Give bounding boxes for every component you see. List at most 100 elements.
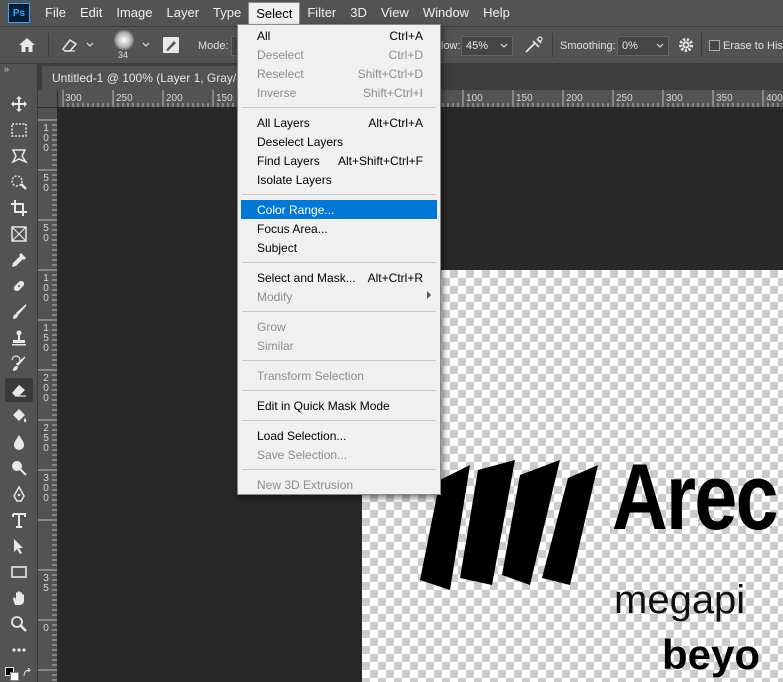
menu-item-similar[interactable]: Similar bbox=[241, 336, 437, 355]
more-tools[interactable] bbox=[5, 638, 33, 662]
chevron-down-icon[interactable] bbox=[656, 43, 664, 49]
gear-icon[interactable] bbox=[677, 36, 695, 54]
menu-separator bbox=[242, 420, 436, 421]
ruler-label: 200 bbox=[566, 93, 583, 104]
clone-stamp-tool[interactable] bbox=[5, 326, 33, 350]
hand-tool[interactable] bbox=[5, 586, 33, 610]
erase-history-label: Erase to Histo bbox=[723, 40, 783, 52]
flow-field[interactable]: 45% bbox=[461, 36, 513, 56]
menu-item-grow[interactable]: Grow bbox=[241, 317, 437, 336]
menu-view[interactable]: View bbox=[374, 2, 416, 24]
eraser-tool-icon bbox=[12, 385, 26, 397]
brush-settings-icon[interactable] bbox=[162, 36, 180, 54]
chevron-down-icon[interactable] bbox=[500, 43, 508, 49]
frame-tool[interactable] bbox=[5, 222, 33, 246]
healing-brush-tool[interactable] bbox=[5, 274, 33, 298]
menu-item-save-selection[interactable]: Save Selection... bbox=[241, 445, 437, 464]
menu-item-all-layers[interactable]: All Layers Alt+Ctrl+A bbox=[241, 113, 437, 132]
ruler-label: 5 bbox=[43, 583, 49, 594]
brush-tool-icon bbox=[13, 304, 27, 319]
move-tool[interactable] bbox=[5, 92, 33, 116]
menu-item-color-range[interactable]: Color Range... bbox=[241, 200, 437, 219]
history-brush-tool[interactable] bbox=[5, 352, 33, 376]
menu-item-inverse[interactable]: Inverse Shift+Ctrl+I bbox=[241, 83, 437, 102]
eraser-preset-icon[interactable] bbox=[60, 37, 80, 53]
menu-filter[interactable]: Filter bbox=[300, 2, 343, 24]
path-select-icon bbox=[14, 539, 23, 554]
path-select-tool[interactable] bbox=[5, 534, 33, 558]
brush-preview-icon[interactable] bbox=[114, 30, 134, 50]
menu-help[interactable]: Help bbox=[476, 2, 517, 24]
marquee-tool[interactable] bbox=[5, 118, 33, 142]
type-tool[interactable] bbox=[5, 508, 33, 532]
blur-tool[interactable] bbox=[5, 430, 33, 454]
submenu-arrow-icon bbox=[427, 291, 431, 299]
eraser-tool[interactable] bbox=[5, 378, 33, 402]
menu-item-quick-mask[interactable]: Edit in Quick Mask Mode bbox=[241, 396, 437, 415]
background-color-swatch[interactable] bbox=[10, 672, 19, 681]
marquee-tool-icon bbox=[11, 123, 27, 137]
zoom-tool[interactable] bbox=[5, 612, 33, 636]
menu-item-reselect[interactable]: Reselect Shift+Ctrl+D bbox=[241, 64, 437, 83]
menu-separator bbox=[242, 469, 436, 470]
double-chevron-icon[interactable]: » bbox=[4, 64, 9, 74]
ruler-label: 0 bbox=[43, 233, 49, 244]
chevron-down-icon[interactable] bbox=[86, 42, 94, 48]
pen-tool[interactable] bbox=[5, 482, 33, 506]
quick-select-tool-icon bbox=[11, 175, 27, 190]
menu-item-find-layers[interactable]: Find Layers Alt+Shift+Ctrl+F bbox=[241, 151, 437, 170]
menu-item-modify[interactable]: Modify bbox=[241, 287, 437, 306]
swap-colors-icon[interactable] bbox=[22, 668, 32, 678]
menu-separator bbox=[242, 360, 436, 361]
ruler-label: 350 bbox=[716, 93, 733, 104]
separator bbox=[48, 33, 49, 57]
chevron-down-icon[interactable] bbox=[142, 42, 150, 48]
menu-item-transform-selection[interactable]: Transform Selection bbox=[241, 366, 437, 385]
menu-separator bbox=[242, 311, 436, 312]
ruler-label: 250 bbox=[116, 93, 133, 104]
ruler-label: 0 bbox=[43, 343, 49, 354]
erase-history-checkbox[interactable] bbox=[709, 40, 720, 51]
airbrush-icon[interactable] bbox=[523, 35, 545, 55]
separator bbox=[552, 33, 553, 57]
vertical-ruler[interactable]: 1 0 0 5 0 5 0 1 0 0 1 5 0 2 0 0 2 5 0 3 … bbox=[38, 108, 58, 682]
menu-item-load-selection[interactable]: Load Selection... bbox=[241, 426, 437, 445]
menu-3d[interactable]: 3D bbox=[343, 2, 374, 24]
home-icon[interactable] bbox=[18, 37, 36, 53]
menu-item-all[interactable]: All Ctrl+A bbox=[241, 26, 437, 45]
photoshop-logo: Ps bbox=[8, 3, 30, 23]
menu-file[interactable]: File bbox=[38, 2, 73, 24]
menu-item-isolate-layers[interactable]: Isolate Layers bbox=[241, 170, 437, 189]
brand-logo-mark bbox=[420, 460, 598, 590]
menu-window[interactable]: Window bbox=[416, 2, 476, 24]
menu-item-subject[interactable]: Subject bbox=[241, 238, 437, 257]
ruler-origin[interactable] bbox=[38, 90, 58, 108]
menu-image[interactable]: Image bbox=[109, 2, 159, 24]
menu-item-deselect[interactable]: Deselect Ctrl+D bbox=[241, 45, 437, 64]
menu-edit[interactable]: Edit bbox=[73, 2, 109, 24]
move-tool-icon bbox=[11, 96, 27, 112]
eyedropper-tool[interactable] bbox=[5, 248, 33, 272]
menu-item-deselect-layers[interactable]: Deselect Layers bbox=[241, 132, 437, 151]
menu-separator bbox=[242, 390, 436, 391]
rectangle-tool[interactable] bbox=[5, 560, 33, 584]
quick-select-tool[interactable] bbox=[5, 170, 33, 194]
menu-layer[interactable]: Layer bbox=[160, 2, 207, 24]
ruler-label: 200 bbox=[166, 93, 183, 104]
history-brush-icon bbox=[11, 355, 26, 371]
document-tab[interactable]: Untitled-1 @ 100% (Layer 1, Gray/8# bbox=[42, 66, 258, 90]
menu-type[interactable]: Type bbox=[206, 2, 248, 24]
menu-item-new-3d-extrusion[interactable]: New 3D Extrusion bbox=[241, 475, 437, 494]
dodge-tool[interactable] bbox=[5, 456, 33, 480]
crop-tool[interactable] bbox=[5, 196, 33, 220]
menu-item-select-and-mask[interactable]: Select and Mask... Alt+Ctrl+R bbox=[241, 268, 437, 287]
more-tools-icon bbox=[12, 648, 26, 652]
smoothing-field[interactable]: 0% bbox=[617, 36, 669, 56]
paint-bucket-tool[interactable] bbox=[5, 404, 33, 428]
brush-tool[interactable] bbox=[5, 300, 33, 324]
zoom-tool-icon bbox=[11, 616, 27, 632]
lasso-tool[interactable] bbox=[5, 144, 33, 168]
lasso-tool-icon bbox=[11, 149, 28, 164]
menu-select[interactable]: Select bbox=[248, 2, 301, 24]
menu-item-focus-area[interactable]: Focus Area... bbox=[241, 219, 437, 238]
